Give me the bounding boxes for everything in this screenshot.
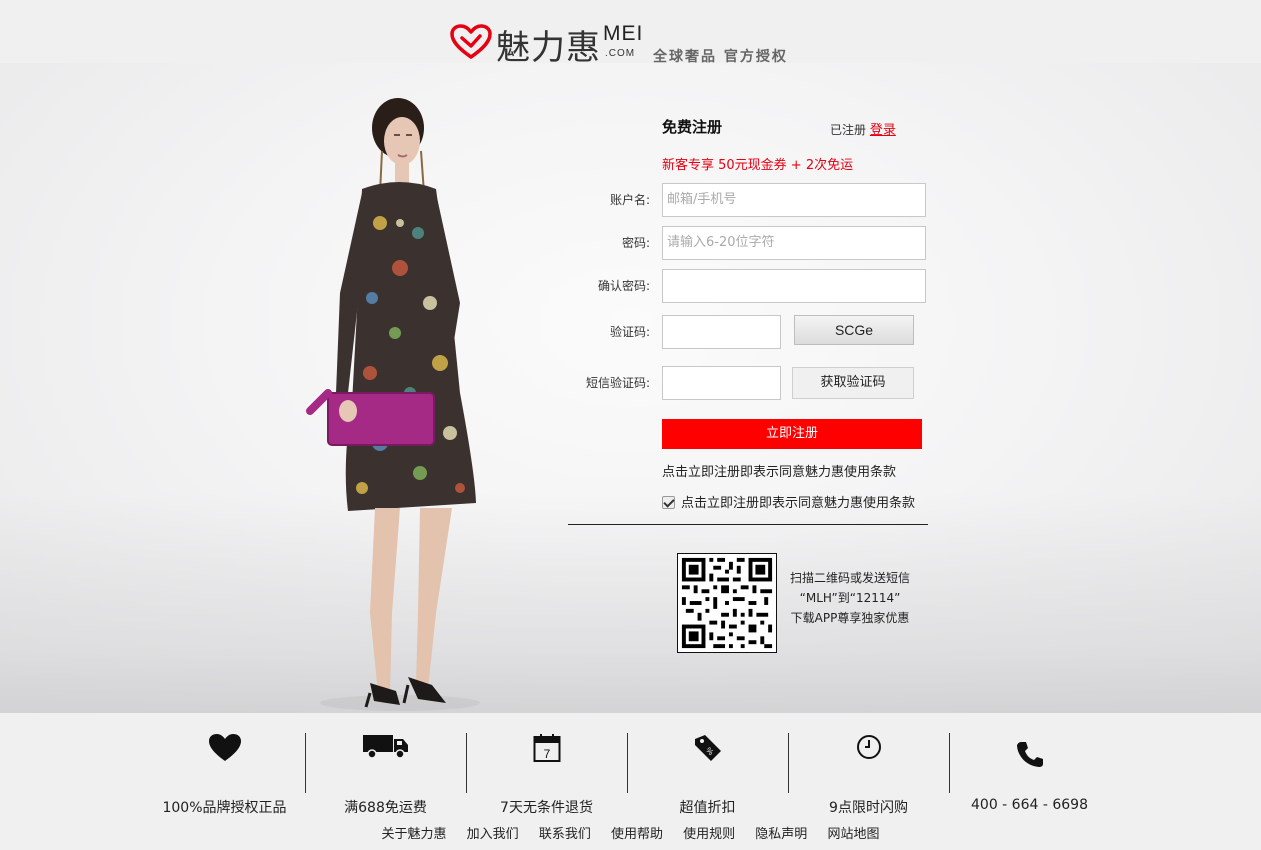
calendar-icon: 7 (533, 734, 560, 762)
sms-code-input[interactable] (662, 366, 781, 400)
footer: 100%品牌授权正品 满688免运费 7 7天无条件退货 % 超值折扣 9点限时… (0, 713, 1261, 850)
footer-link-contact[interactable]: 联系我们 (539, 823, 591, 842)
feature-discount-label: 超值折扣 (679, 800, 736, 816)
logo-brand-com: .COM (605, 48, 636, 59)
account-label: 账户名: (609, 193, 650, 207)
feature-free-shipping-label: 满688免运费 (344, 800, 427, 816)
feature-hotline-label: 400 - 664 - 6698 (971, 797, 1088, 813)
register-title: 免费注册 (662, 118, 723, 136)
feature-authentic-label: 100%品牌授权正品 (162, 800, 287, 816)
feature-hotline: 400 - 664 - 6698 (949, 731, 1110, 813)
footer-links: 关于魅力惠 加入我们 联系我们 使用帮助 使用规则 隐私声明 网站地图 (0, 823, 1261, 842)
app-promo-line3: 下载APP尊享独家优惠 (790, 611, 910, 625)
footer-link-privacy[interactable]: 隐私声明 (755, 823, 807, 842)
calendar-day: 7 (543, 747, 550, 761)
password-label: 密码: (621, 236, 650, 250)
captcha-input[interactable] (662, 315, 781, 349)
footer-link-help[interactable]: 使用帮助 (611, 823, 663, 842)
login-link[interactable]: 登录 (870, 123, 896, 138)
login-hint: 已注册 登录 (830, 119, 896, 138)
account-input[interactable]: 邮箱/手机号 (662, 183, 926, 217)
captcha-image[interactable]: SCGe (794, 315, 914, 345)
footer-link-sitemap[interactable]: 网站地图 (827, 823, 879, 842)
app-qr-code (677, 553, 777, 653)
register-form: 免费注册 已注册 登录 新客专享 50元现金券 + 2次免运 账户名: 邮箱/手… (560, 63, 980, 713)
header: 魅力惠 MEI .COM 全球奢品 官方授权 (0, 0, 1261, 68)
feature-return: 7 7天无条件退货 (466, 731, 627, 816)
password-input[interactable]: 请输入6-20位字符 (662, 226, 926, 260)
agree-terms-label: 点击立即注册即表示同意魅力惠使用条款 (681, 496, 916, 511)
footer-link-join[interactable]: 加入我们 (467, 823, 519, 842)
confirm-password-label: 确认密码: (597, 279, 650, 293)
discount-tag-icon: % (694, 735, 721, 761)
heart-logo-icon (450, 24, 492, 59)
confirm-password-input[interactable] (662, 269, 926, 303)
clock-icon (856, 735, 881, 759)
feature-return-label: 7天无条件退货 (500, 800, 593, 816)
sms-code-label: 短信验证码: (585, 376, 650, 390)
logo-brand-cn: 魅力惠 (496, 28, 601, 68)
new-customer-promo: 新客专享 50元现金券 + 2次免运 (662, 158, 854, 173)
get-sms-code-button[interactable]: 获取验证码 (792, 367, 914, 399)
agree-terms-row[interactable]: 点击立即注册即表示同意魅力惠使用条款 (662, 492, 915, 511)
feature-flash-sale: 9点限时闪购 (788, 731, 949, 816)
footer-link-rules[interactable]: 使用规则 (683, 823, 735, 842)
registered-hint: 已注册 (830, 123, 867, 137)
terms-note: 点击立即注册即表示同意魅力惠使用条款 (662, 465, 897, 480)
feature-authentic: 100%品牌授权正品 (144, 731, 305, 816)
app-promo-text: 扫描二维码或发送短信 “MLH”到“12114” 下载APP尊享独家优惠 (786, 568, 914, 628)
truck-icon (362, 735, 408, 759)
phone-icon (1016, 742, 1043, 767)
captcha-label: 验证码: (609, 325, 650, 339)
feature-discount: % 超值折扣 (627, 731, 788, 816)
model-image (306, 98, 480, 711)
feature-flash-sale-label: 9点限时闪购 (829, 800, 908, 816)
register-submit-button[interactable]: 立即注册 (662, 419, 922, 449)
hero-banner: 免费注册 已注册 登录 新客专享 50元现金券 + 2次免运 账户名: 邮箱/手… (0, 63, 1261, 713)
feature-free-shipping: 满688免运费 (305, 731, 466, 816)
logo-brand-en: MEI (603, 22, 644, 45)
footer-link-about[interactable]: 关于魅力惠 (382, 823, 447, 842)
form-divider (568, 524, 928, 525)
heart-icon (208, 734, 241, 761)
agree-checkbox[interactable] (662, 496, 675, 509)
app-promo-line2: “MLH”到“12114” (799, 591, 901, 605)
app-promo-line1: 扫描二维码或发送短信 (789, 571, 910, 585)
